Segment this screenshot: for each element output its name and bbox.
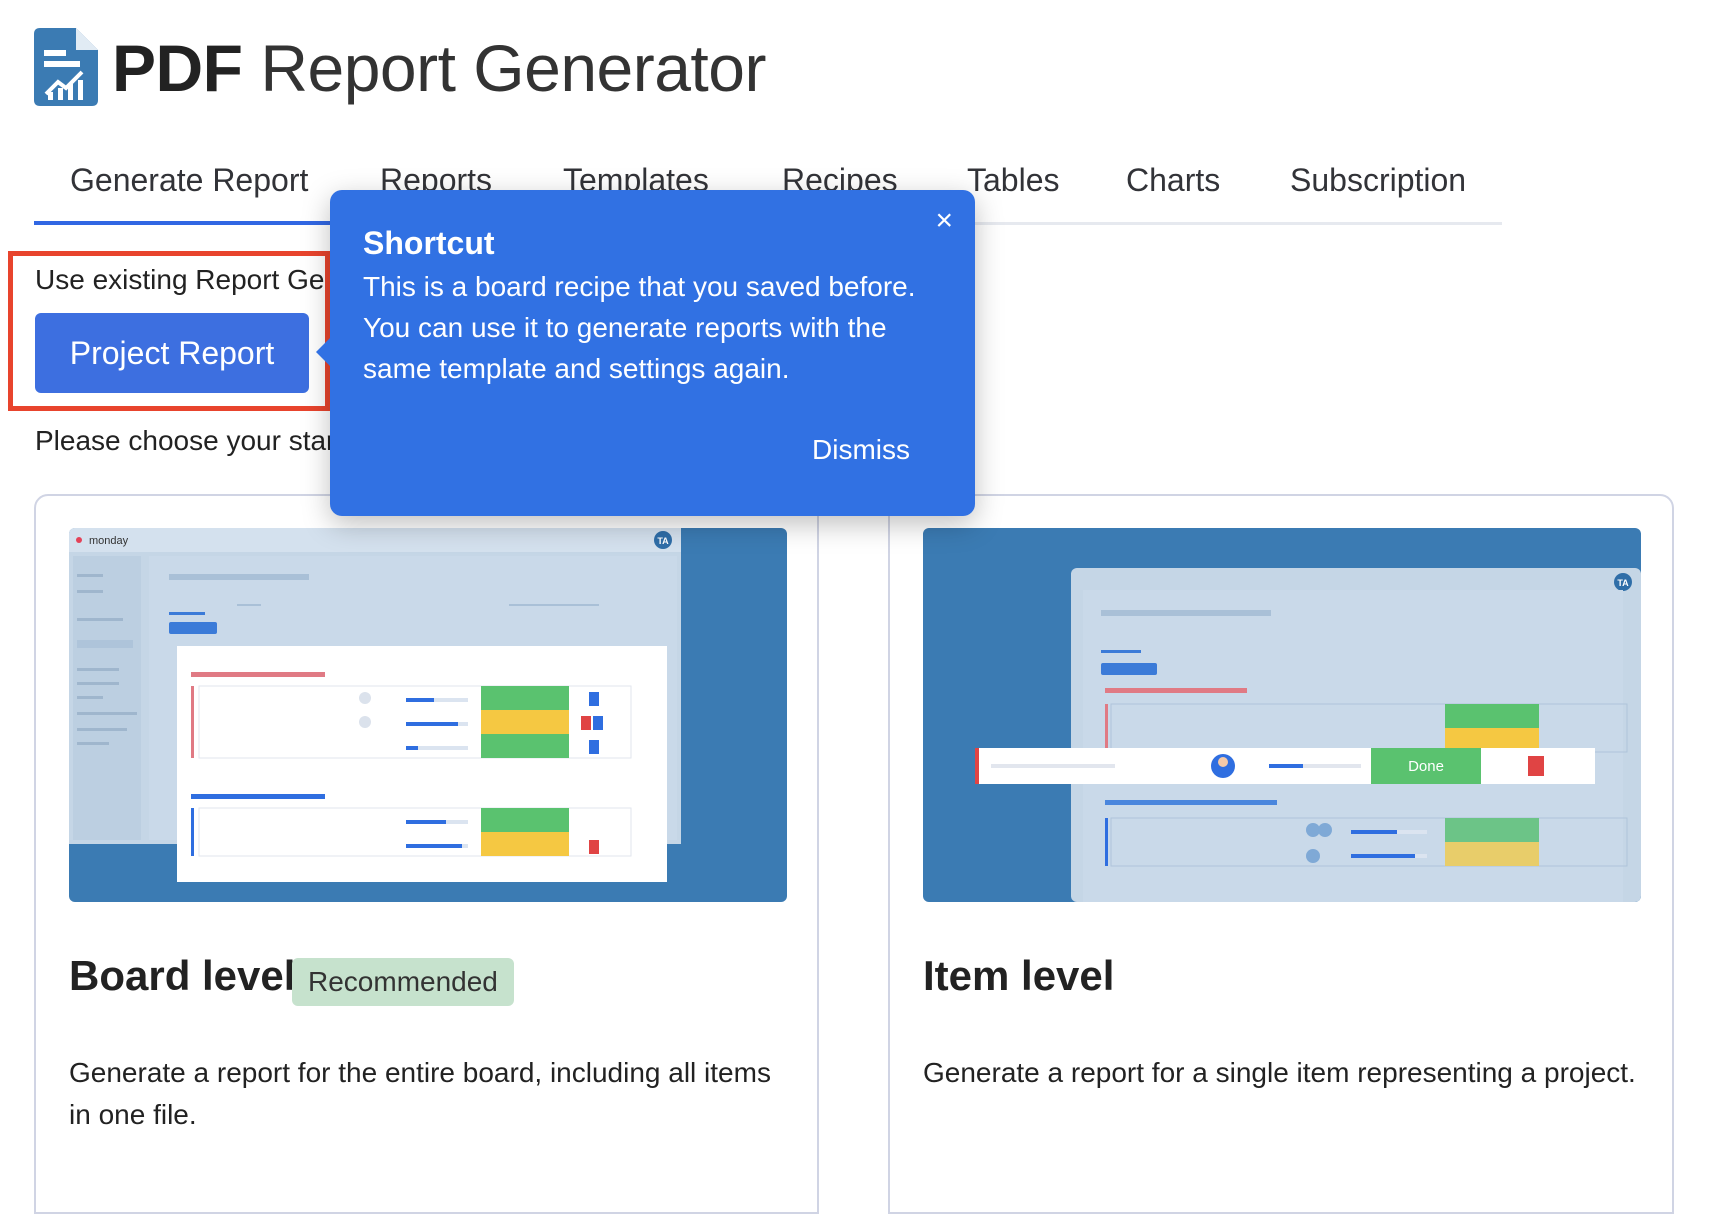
app-title-bold: PDF — [112, 31, 243, 105]
item-level-preview: TA Done — [923, 528, 1641, 902]
preview-status-done: Done — [1408, 758, 1444, 775]
dismiss-button[interactable]: Dismiss — [812, 434, 910, 466]
board-preview-illustration: monday TA — [69, 528, 681, 882]
item-level-title: Item level — [923, 952, 1115, 999]
preview-avatar-text-2: TA — [1617, 578, 1629, 588]
tab-charts[interactable]: Charts — [1126, 160, 1220, 200]
item-preview-illustration: TA Done — [975, 568, 1641, 902]
board-level-card[interactable]: monday TA Board level Recommended Genera… — [34, 494, 819, 1214]
item-level-description: Generate a report for a single item repr… — [923, 1057, 1636, 1088]
board-level-title: Board level — [69, 952, 296, 999]
tab-generate-report[interactable]: Generate Report — [33, 160, 345, 225]
tooltip-body: This is a board recipe that you saved be… — [363, 271, 916, 384]
tooltip-title: Shortcut — [363, 225, 495, 261]
app-title-rest: Report Generator — [242, 31, 766, 105]
app-title: PDF Report Generator — [112, 26, 766, 110]
project-report-button[interactable]: Project Report — [35, 313, 309, 393]
board-level-description: Generate a report for the entire board, … — [69, 1057, 771, 1130]
tab-tables[interactable]: Tables — [967, 160, 1060, 200]
choose-start-label: Please choose your star — [35, 425, 336, 456]
recommended-badge: Recommended — [292, 958, 514, 1006]
tab-subscription[interactable]: Subscription — [1290, 160, 1466, 200]
preview-avatar-text: TA — [657, 536, 669, 546]
close-icon[interactable]: × — [935, 206, 953, 236]
item-level-card[interactable]: TA Done Item level Generate a report for… — [888, 494, 1674, 1214]
app-logo-icon — [34, 28, 98, 106]
board-level-preview: monday TA — [69, 528, 787, 902]
shortcut-tooltip: × Shortcut This is a board recipe that y… — [316, 190, 975, 516]
preview-brand-text: monday — [89, 535, 129, 547]
